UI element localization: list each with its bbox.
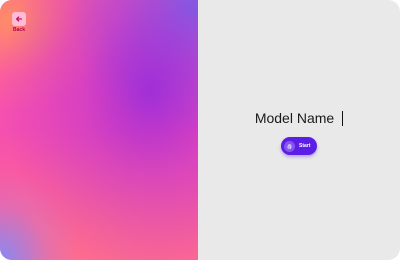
arrow-left-icon (15, 16, 23, 22)
main-panel: Model Name Start (198, 0, 400, 260)
start-button[interactable]: Start (281, 137, 317, 155)
back-label: Back (13, 27, 25, 33)
model-name-field[interactable]: Model Name (198, 108, 400, 128)
gradient-panel: Back (0, 0, 198, 260)
back-button[interactable] (12, 12, 26, 26)
start-icon-badge (284, 140, 295, 152)
fingerprint-icon (287, 143, 292, 149)
model-name-text: Model Name (254, 110, 335, 126)
app-window: Back Model Name Start (0, 0, 400, 260)
start-label: Start (299, 143, 311, 149)
text-cursor (342, 110, 344, 126)
